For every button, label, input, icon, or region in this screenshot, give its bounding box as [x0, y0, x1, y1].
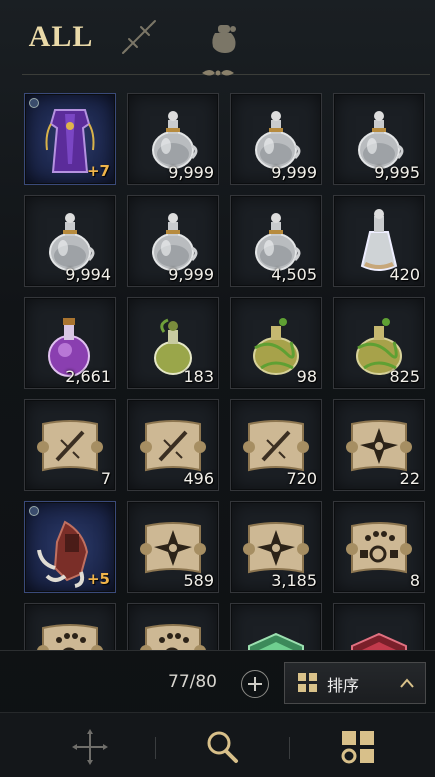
socket-gem-icon [29, 98, 39, 108]
inventory-slot[interactable]: 496 [127, 399, 219, 491]
slot-count: 77/80 [168, 672, 217, 692]
plus-icon [248, 677, 262, 691]
tab-weapons[interactable] [116, 14, 162, 60]
item-quantity: 183 [183, 367, 214, 386]
inventory-slot[interactable]: 9,995 [333, 93, 425, 185]
inventory-slot[interactable]: 2,661 [24, 297, 116, 389]
sort-grid-icon [298, 673, 317, 692]
inventory-slot[interactable]: 3,185 [230, 501, 322, 593]
inventory-slot[interactable]: 9,994 [24, 195, 116, 287]
item-quantity: 4,505 [271, 265, 317, 284]
organize-button[interactable] [338, 727, 378, 767]
search-button[interactable] [202, 727, 242, 767]
inventory-slot[interactable] [230, 603, 322, 650]
item-quantity: 825 [389, 367, 420, 386]
inventory-slot[interactable]: 183 [127, 297, 219, 389]
inventory-slot[interactable]: 7 [24, 399, 116, 491]
inventory-slot[interactable]: 8 [333, 501, 425, 593]
inventory-slot[interactable]: +5 [24, 501, 116, 593]
item-quantity: 9,994 [65, 265, 111, 284]
bottom-toolbar [0, 712, 435, 777]
inventory-slot[interactable]: +7 [24, 93, 116, 185]
item-quantity: 9,995 [374, 163, 420, 182]
socket-gem-icon [29, 506, 39, 516]
inventory-slot[interactable]: 9,999 [127, 195, 219, 287]
item-quantity: 3,185 [271, 571, 317, 590]
expand-slots-button[interactable] [241, 670, 269, 698]
inventory-slot[interactable] [24, 603, 116, 650]
sort-label: 排序 [327, 676, 360, 695]
move-button[interactable] [70, 727, 110, 767]
magnifier-icon [207, 731, 238, 763]
item-quantity: 7 [100, 469, 111, 488]
sort-button[interactable]: 排序 [284, 662, 426, 704]
inventory-slot[interactable]: 825 [333, 297, 425, 389]
inventory-slot[interactable]: 98 [230, 297, 322, 389]
green-crystal-icon [248, 632, 304, 650]
enhance-level: +5 [86, 570, 110, 588]
enhance-level: +7 [86, 162, 110, 180]
inventory-slot[interactable]: 589 [127, 501, 219, 593]
rune-scroll-icon [140, 624, 206, 650]
category-tabs: ALL [22, 0, 430, 75]
footer-divider [0, 650, 435, 651]
grid-gear-icon [341, 731, 374, 764]
inventory-slot[interactable] [127, 603, 219, 650]
item-quantity: 9,999 [168, 163, 214, 182]
item-quantity: 589 [183, 571, 214, 590]
item-quantity: 98 [296, 367, 317, 386]
inventory-slot[interactable]: 22 [333, 399, 425, 491]
item-quantity: 8 [409, 571, 420, 590]
inventory-slot[interactable]: 9,999 [230, 93, 322, 185]
item-quantity: 9,999 [168, 265, 214, 284]
inventory-slot[interactable]: 420 [333, 195, 425, 287]
tab-all[interactable]: ALL [29, 14, 93, 60]
red-crystal-icon [351, 632, 407, 650]
item-quantity: 9,999 [271, 163, 317, 182]
item-quantity: 2,661 [65, 367, 111, 386]
item-quantity: 720 [286, 469, 317, 488]
move-cross-icon [72, 729, 108, 765]
rune-scroll-icon [37, 624, 103, 650]
chevron-up-icon [400, 678, 414, 688]
divider-ornament [202, 70, 234, 76]
item-quantity: 496 [183, 469, 214, 488]
sword-icon [122, 20, 156, 54]
toolbar-separator [155, 737, 156, 759]
inventory-slot[interactable]: 9,999 [127, 93, 219, 185]
item-quantity: 420 [389, 265, 420, 284]
inventory-slot[interactable]: 720 [230, 399, 322, 491]
tab-materials[interactable] [200, 14, 246, 60]
toolbar-separator [289, 737, 290, 759]
inventory-panel: ALL +7 9,999 9,999 9,995 9,994 9,999 4,5… [0, 0, 435, 777]
item-quantity: 22 [399, 469, 420, 488]
inventory-slot[interactable] [333, 603, 425, 650]
inventory-slot[interactable]: 4,505 [230, 195, 322, 287]
pouch-icon [212, 25, 236, 53]
inventory-grid: +7 9,999 9,999 9,995 9,994 9,999 4,505 420 2,661… [22, 88, 430, 650]
